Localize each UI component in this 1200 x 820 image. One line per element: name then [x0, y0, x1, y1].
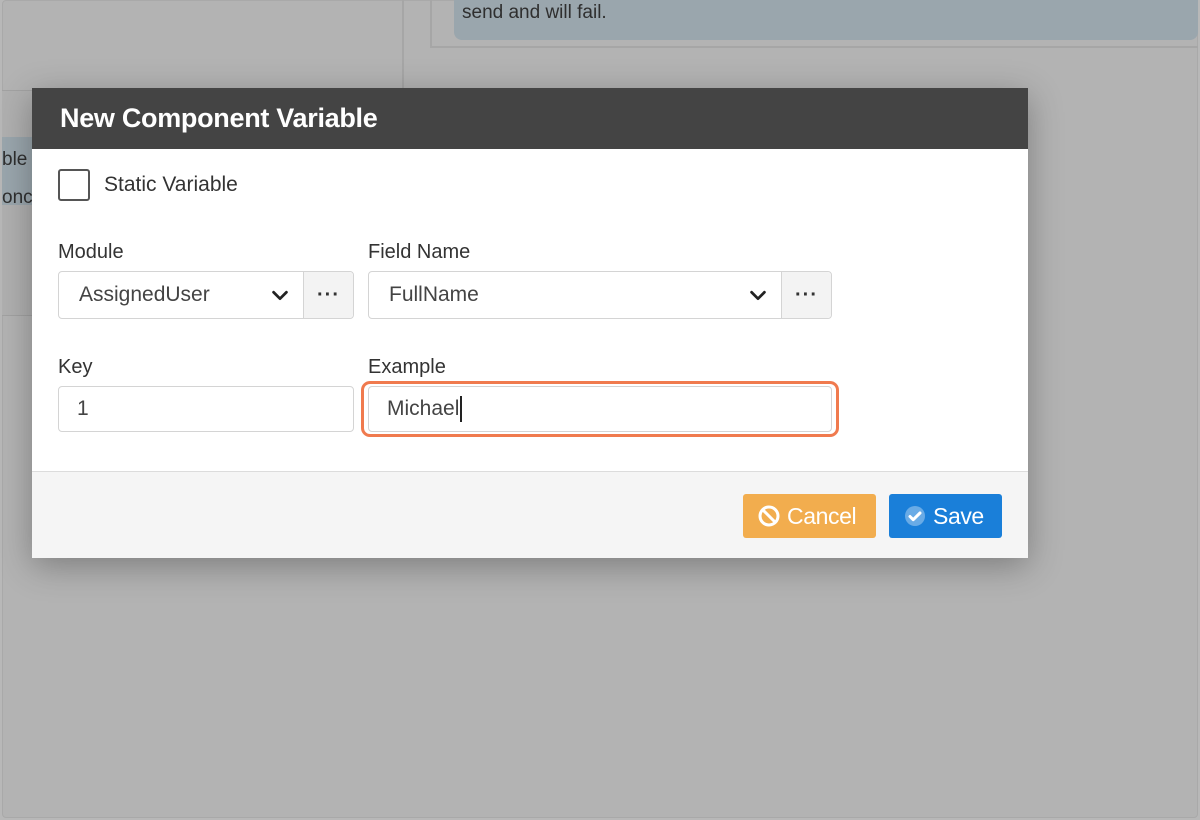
more-icon: ···	[795, 283, 818, 306]
key-label: Key	[58, 356, 93, 378]
dialog-header: New Component Variable	[32, 88, 1028, 149]
background-left-panel	[2, 0, 404, 90]
background-alert-text: send and will fail.	[462, 2, 607, 23]
field-name-select-value: FullName	[389, 283, 479, 306]
new-component-variable-dialog: New Component Variable Static Variable M…	[32, 88, 1028, 558]
cancel-button[interactable]: Cancel	[743, 494, 876, 538]
field-name-label: Field Name	[368, 241, 471, 263]
text-cursor	[460, 396, 463, 422]
module-select-group: AssignedUser ···	[58, 271, 354, 319]
example-label: Example	[368, 356, 446, 378]
example-input-value: Michael	[387, 397, 460, 420]
cancel-button-label: Cancel	[787, 502, 857, 529]
ban-icon	[758, 505, 780, 527]
key-input-value: 1	[77, 397, 89, 420]
dialog-body: Static Variable Module AssignedUser ··· …	[32, 149, 1028, 471]
static-variable-label[interactable]: Static Variable	[104, 173, 238, 197]
module-select[interactable]: AssignedUser	[59, 272, 303, 318]
check-circle-icon	[905, 506, 925, 526]
field-name-select[interactable]: FullName	[369, 272, 781, 318]
chevron-down-icon	[272, 290, 288, 301]
module-more-button[interactable]: ···	[303, 272, 353, 318]
dialog-footer: Cancel Save	[32, 471, 1028, 558]
static-variable-checkbox[interactable]	[58, 169, 90, 201]
background-alert: send and will fail.	[454, 0, 1198, 40]
save-button-label: Save	[933, 502, 984, 529]
more-icon: ···	[317, 283, 340, 306]
example-input[interactable]: Michael	[368, 386, 832, 432]
key-input[interactable]: 1	[58, 386, 354, 432]
background-text-fragment: ble	[2, 149, 28, 170]
dialog-title: New Component Variable	[60, 103, 378, 133]
module-select-value: AssignedUser	[79, 283, 210, 306]
background-text-fragment: onc	[2, 187, 32, 208]
field-name-select-group: FullName ···	[368, 271, 832, 319]
save-button[interactable]: Save	[889, 494, 1002, 538]
static-variable-row[interactable]: Static Variable	[58, 169, 238, 201]
module-label: Module	[58, 241, 124, 263]
chevron-down-icon	[750, 290, 766, 301]
field-name-more-button[interactable]: ···	[781, 272, 831, 318]
